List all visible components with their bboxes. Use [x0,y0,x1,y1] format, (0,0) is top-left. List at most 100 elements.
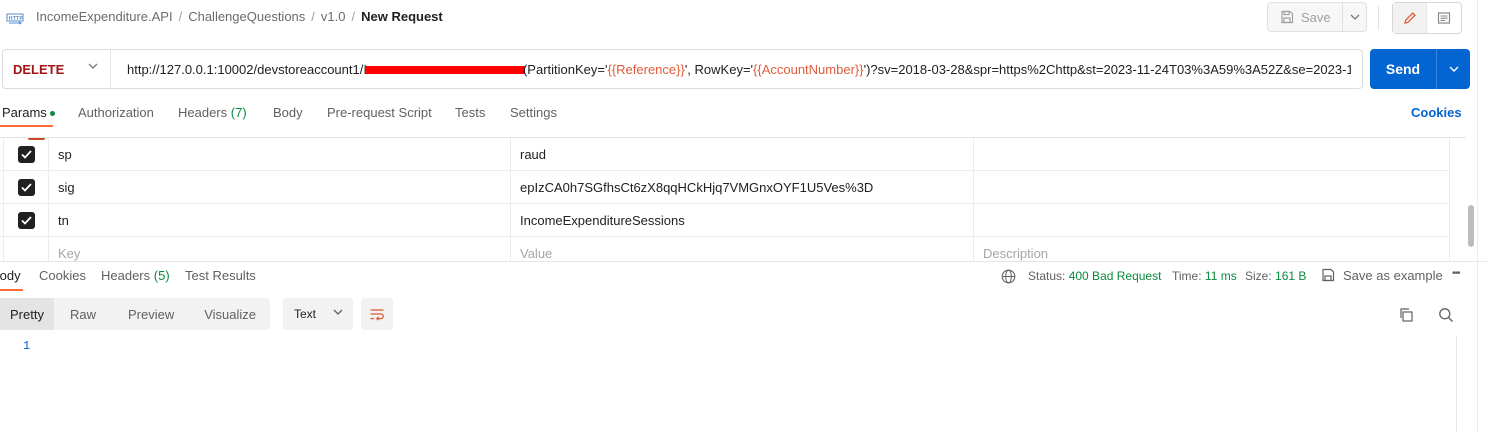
save-button[interactable]: Save [1268,3,1342,31]
tab-pre-request-script[interactable]: Pre-request Script [327,105,432,120]
wrap-lines-button[interactable] [361,298,393,330]
response-body-editor[interactable]: 1 [0,336,1487,432]
save-as-example-button[interactable]: Save as example [1343,268,1443,283]
chevron-down-icon [1350,14,1359,20]
tab-headers[interactable]: Headers (7) [178,105,247,120]
format-raw[interactable]: Raw [54,298,112,330]
param-checkbox-cell [3,237,48,261]
params-table: sp raud sig epIzCA0h7SGfhsCt6zX8qqHCkHjq… [0,137,1466,261]
url-text-partition: (PartitionKey=' [522,61,608,77]
cookies-link[interactable]: Cookies [1411,105,1462,120]
breadcrumb-separator: / [178,9,183,24]
request-title[interactable]: New Request [361,9,443,24]
send-button[interactable]: Send [1370,49,1436,89]
params-active-dot [49,111,55,117]
line-number: 1 [23,339,31,353]
param-description[interactable] [973,138,1450,171]
response-tab-headers[interactable]: Headers (5) [101,268,170,283]
param-checkbox-cell [3,204,48,237]
tab-headers-label: Headers [178,105,228,120]
response-status: Status: 400 Bad Request [1028,269,1161,283]
edit-mode-button[interactable] [1393,3,1427,33]
view-mode-toggle [1392,2,1462,34]
time-label: Time: [1172,269,1202,283]
breadcrumb-version[interactable]: v1.0 [321,9,346,24]
tab-settings[interactable]: Settings [510,105,557,120]
params-scrollbar[interactable] [1468,205,1474,247]
redaction-mark [364,66,525,75]
breadcrumb: IncomeExpenditure.API / ChallengeQuestions… [36,9,443,24]
tab-params[interactable]: Params [2,105,55,120]
url-input[interactable]: http://127.0.0.1:10002/devstoreaccount1/… [111,62,1351,77]
param-description-placeholder[interactable]: Description [973,237,1450,261]
param-key[interactable]: sp [48,138,510,171]
search-button[interactable] [1437,306,1455,324]
tab-tests[interactable]: Tests [455,105,485,120]
response-tab-cookies[interactable]: Cookies [39,268,86,283]
url-bar: DELETE http://127.0.0.1:10002/devstoreac… [2,49,1363,89]
param-value[interactable]: raud [510,138,973,171]
request-header: HTTP IncomeExpenditure.API / ChallengeQues… [0,0,1487,40]
tab-headers-count: (7) [230,105,247,120]
copy-icon [1400,308,1413,322]
time-value[interactable]: 11 ms [1205,269,1237,283]
param-value[interactable]: IncomeExpenditureSessions [510,204,973,237]
url-text-rowkey: ', RowKey=' [684,61,754,77]
method-select[interactable]: DELETE [3,50,111,88]
svg-text:HTTP: HTTP [9,16,24,22]
chevron-down-icon [1449,66,1458,72]
breadcrumb-separator: / [311,9,315,24]
url-variable-account-number: {{AccountNumber}} [753,61,864,77]
format-mode-selector: Pretty Raw Preview Visualize [0,298,271,330]
param-checkbox[interactable] [17,146,35,163]
size-value[interactable]: 161 B [1275,269,1306,283]
save-options-button[interactable] [1342,3,1366,31]
save-icon [1281,10,1294,24]
status-label: Status: [1028,269,1066,283]
table-row: sig epIzCA0h7SGfhsCt6zX8qqHCkHjq7VMGnxOY… [0,171,1450,204]
param-key[interactable]: sig [48,171,510,204]
language-select[interactable]: Text [283,298,353,330]
format-visualize[interactable]: Visualize [190,298,270,330]
documentation-mode-button[interactable] [1427,3,1461,33]
active-tab-indicator [0,125,53,127]
format-pretty[interactable]: Pretty [0,298,54,330]
breadcrumb-collection[interactable]: IncomeExpenditure.API [36,9,173,24]
tab-authorization[interactable]: Authorization [78,105,154,120]
copy-button[interactable] [1397,306,1415,324]
response-header: Body Cookies Headers (5) Test Results St… [0,261,1487,291]
editor-scrollbar-track [1456,336,1457,432]
size-label: Size: [1245,269,1272,283]
response-tab-test-results[interactable]: Test Results [185,268,256,283]
param-checkbox[interactable] [17,212,35,229]
param-description[interactable] [973,204,1450,237]
param-checkbox-cell [3,171,48,204]
format-preview[interactable]: Preview [112,298,190,330]
breadcrumb-separator: / [351,9,356,24]
param-key[interactable]: tn [48,204,510,237]
url-text-query: ')?sv=2018-03-28&spr=https%2Chttp&st=202… [863,61,1351,77]
tab-body[interactable]: Body [273,105,303,120]
response-tab-headers-count: (5) [153,268,170,283]
param-checkbox[interactable] [17,179,35,196]
status-value[interactable]: 400 Bad Request [1069,269,1162,283]
param-key-placeholder[interactable]: Key [48,237,510,261]
toolbar-divider [1378,6,1379,30]
response-tab-body[interactable]: Body [0,268,21,283]
param-value-placeholder[interactable]: Value [510,237,973,261]
pencil-icon [1403,12,1416,24]
globe-icon[interactable] [1001,269,1016,284]
request-tabs: Params Authorization Headers (7) Body Pr… [0,99,1487,129]
send-button-group: Send [1370,49,1470,89]
language-label: Text [294,307,317,321]
url-text-start: http://127.0.0.1:10002/devstoreaccount1/… [127,61,367,77]
param-value[interactable]: epIzCA0h7SGfhsCt6zX8qqHCkHjq7VMGnxOYF1U5… [510,171,973,204]
send-options-button[interactable] [1436,49,1470,89]
url-variable-reference: {{Reference}} [607,61,685,77]
tab-params-label: Params [2,105,47,120]
more-options-icon[interactable]: ••• [1452,268,1460,279]
param-description[interactable] [973,171,1450,204]
checkmark-icon [20,216,32,225]
breadcrumb-folder[interactable]: ChallengeQuestions [188,9,305,24]
http-icon: HTTP [6,13,24,25]
